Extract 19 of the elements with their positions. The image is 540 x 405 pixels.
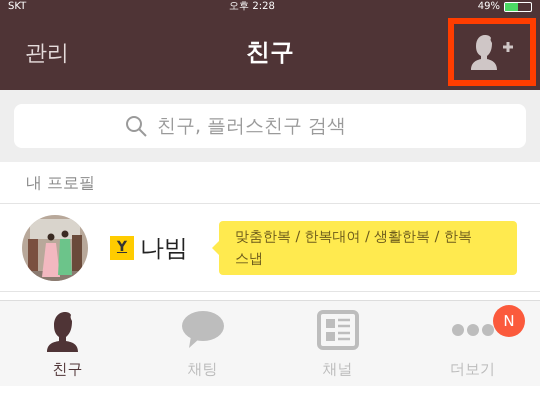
carrier-text: SKT xyxy=(8,0,26,14)
manage-button[interactable]: 관리 xyxy=(24,36,70,71)
battery-text: 49% xyxy=(478,0,500,14)
notification-badge: N xyxy=(493,305,525,337)
speech-bubble-icon xyxy=(180,310,224,350)
tab[interactable]: 친구 xyxy=(0,301,135,386)
section-title: 내 프로필 xyxy=(26,173,96,192)
news-icon xyxy=(316,310,358,350)
profile-name: 나빔 xyxy=(140,232,188,264)
search-icon xyxy=(125,115,147,137)
search-bar[interactable]: 친구, 플러스친구 검색 xyxy=(14,104,526,148)
plus-friend-badge: Y xyxy=(110,236,134,260)
more-icon xyxy=(452,322,494,336)
status-message: 맞춤한복 / 한복대여 / 생활한복 / 한복 스냅 xyxy=(235,228,472,266)
time-text: 오후 2:28 xyxy=(229,0,275,14)
add-friend-button[interactable] xyxy=(448,18,536,86)
battery-icon xyxy=(504,2,532,12)
page-title: 친구 xyxy=(246,37,294,68)
profile-row[interactable]: Y 나빔 맞춤한복 / 한복대여 / 생활한복 / 한복 스냅 xyxy=(0,204,540,292)
